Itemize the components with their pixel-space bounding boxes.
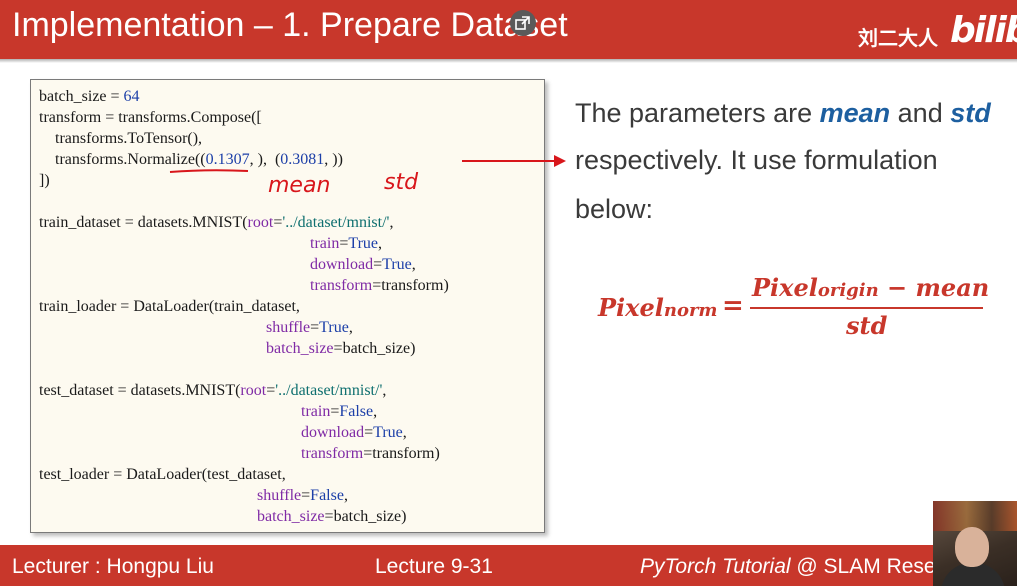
formula-lhs: Pixelnorm bbox=[598, 293, 718, 322]
formula-numerator: Pixelorigin − mean bbox=[752, 273, 990, 302]
slide-header: Implementation – 1. Prepare Dataset 刘二大人… bbox=[0, 0, 1017, 59]
explanation-line-2: respectively. It use formulation bbox=[575, 145, 938, 175]
slide-footer: Lecturer : Hongpu Liu Lecture 9-31 PyTor… bbox=[0, 545, 1017, 586]
fraction-bar bbox=[750, 307, 983, 309]
popout-glyph-icon bbox=[515, 16, 530, 30]
code-line: test_loader = DataLoader(test_dataset, bbox=[39, 466, 286, 483]
std-annotation: std bbox=[384, 170, 419, 195]
code-line: train_dataset = datasets.MNIST(root='../… bbox=[39, 214, 394, 231]
code-line: train=False, bbox=[301, 403, 378, 420]
footer-course: PyTorch Tutorial @ SLAM Resea bbox=[640, 555, 948, 578]
code-line: download=True, bbox=[310, 256, 416, 273]
slide-title: Implementation – 1. Prepare Dataset bbox=[12, 6, 568, 44]
webcam-overlay bbox=[933, 501, 1017, 586]
code-line: train=True, bbox=[310, 235, 382, 252]
arrow-icon bbox=[462, 155, 566, 167]
code-line: transform=transform) bbox=[301, 445, 440, 462]
formula-equals: = bbox=[722, 291, 744, 321]
code-line: test_dataset = datasets.MNIST(root='../d… bbox=[39, 382, 387, 399]
code-line: train_loader = DataLoader(train_dataset, bbox=[39, 298, 300, 315]
code-line: batch_size = 64 bbox=[39, 88, 140, 105]
header-shadow bbox=[0, 59, 1017, 63]
footer-lecturer: Lecturer : Hongpu Liu bbox=[12, 555, 214, 578]
code-line: batch_size=batch_size) bbox=[266, 340, 416, 357]
footer-lecture-number: Lecture 9-31 bbox=[375, 555, 493, 578]
code-line: download=True, bbox=[301, 424, 407, 441]
code-line: shuffle=True, bbox=[266, 319, 353, 336]
explanation-line-1: The parameters are mean and std bbox=[575, 98, 991, 128]
mean-annotation: mean bbox=[268, 173, 331, 198]
code-line: shuffle=False, bbox=[257, 487, 348, 504]
normalize-underline bbox=[169, 169, 249, 173]
bilibili-logo: bilibili bbox=[950, 10, 1017, 51]
explanation-line-3: below: bbox=[575, 194, 654, 224]
code-line: transform=transform) bbox=[310, 277, 449, 294]
formula-denominator: std bbox=[846, 311, 888, 340]
code-block: batch_size = 64 transform = transforms.C… bbox=[30, 79, 545, 533]
code-line: batch_size=batch_size) bbox=[257, 508, 407, 525]
code-line: ]) bbox=[39, 172, 50, 189]
code-line: transforms.ToTensor(), bbox=[39, 130, 203, 147]
code-line: transform = transforms.Compose([ bbox=[39, 109, 262, 126]
popout-icon[interactable] bbox=[510, 10, 536, 36]
author-name: 刘二大人 bbox=[858, 26, 938, 50]
normalization-formula: Pixelnorm = Pixelorigin − mean std bbox=[598, 273, 998, 343]
webcam-presenter-head bbox=[955, 527, 989, 567]
